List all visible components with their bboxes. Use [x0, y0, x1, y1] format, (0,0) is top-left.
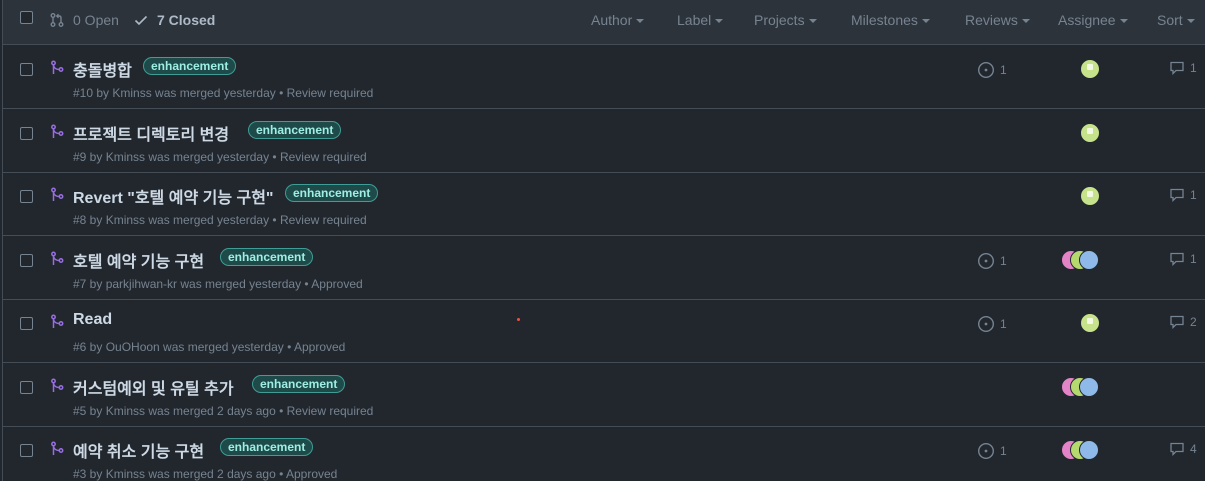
check-icon: [134, 15, 148, 26]
enhancement-label[interactable]: enhancement: [285, 184, 379, 202]
pr-title-link[interactable]: 커스텀예외 및 유틸 추가: [73, 375, 234, 399]
open-filter-link[interactable]: 0 Open: [49, 11, 119, 29]
merged-pr-icon: [51, 378, 64, 392]
open-count: 0 Open: [73, 12, 119, 28]
comments-link[interactable]: 4: [1169, 442, 1197, 456]
pr-title-link[interactable]: 프로젝트 디렉토리 변경: [73, 121, 229, 145]
pr-title-link[interactable]: 충돌병합: [73, 57, 132, 81]
row-checkbox[interactable]: [20, 254, 33, 267]
caret-down-icon: [808, 19, 817, 23]
pr-meta: #3 by Kminss was merged 2 days ago • App…: [73, 467, 338, 481]
comments-link[interactable]: 1: [1169, 252, 1197, 266]
pr-meta: #6 by OuOHoon was merged yesterday • App…: [73, 340, 346, 354]
cursor-dot: [517, 318, 520, 321]
list-item[interactable]: 프로젝트 디렉토리 변경 enhancement #9 by Kminss wa…: [3, 110, 1205, 173]
linked-issue[interactable]: 1: [977, 252, 1007, 270]
caret-down-icon: [1021, 19, 1030, 23]
pr-title-link[interactable]: Revert "호텔 예약 기능 구현": [73, 184, 274, 208]
merged-pr-icon: [51, 251, 64, 265]
list-item[interactable]: 호텔 예약 기능 구현 enhancement #7 by parkjihwan…: [3, 237, 1205, 300]
sort-filter[interactable]: Sort: [1157, 12, 1195, 28]
pr-meta: #8 by Kminss was merged yesterday • Revi…: [73, 213, 367, 227]
enhancement-label[interactable]: enhancement: [220, 248, 314, 266]
row-checkbox[interactable]: [20, 190, 33, 203]
merged-pr-icon: [51, 187, 64, 201]
pr-title-link[interactable]: 예약 취소 기능 구현: [73, 438, 204, 462]
enhancement-label[interactable]: enhancement: [143, 57, 237, 75]
row-checkbox[interactable]: [20, 381, 33, 394]
issue-icon: [977, 315, 995, 333]
enhancement-label[interactable]: enhancement: [248, 121, 342, 139]
pr-title-link[interactable]: 호텔 예약 기능 구현: [73, 248, 204, 272]
merged-pr-icon: [51, 314, 64, 328]
comments-link[interactable]: 2: [1169, 315, 1197, 329]
merged-pr-icon: [51, 441, 64, 455]
closed-count: 7 Closed: [157, 12, 216, 28]
avatar[interactable]: [1079, 377, 1099, 397]
list-item[interactable]: 충돌병합 enhancement #10 by Kminss was merge…: [3, 46, 1205, 109]
comment-icon: [1170, 252, 1184, 266]
projects-filter[interactable]: Projects: [754, 12, 817, 28]
comment-icon: [1170, 442, 1184, 456]
comment-icon: [1170, 61, 1184, 75]
issue-icon: [977, 442, 995, 460]
list-header: 0 Open 7 Closed Author Label Projects Mi…: [3, 0, 1205, 45]
avatar[interactable]: [1080, 186, 1100, 206]
row-checkbox[interactable]: [20, 63, 33, 76]
pr-meta: #5 by Kminss was merged 2 days ago • Rev…: [73, 404, 374, 418]
linked-issue[interactable]: 1: [977, 442, 1007, 460]
issue-icon: [977, 61, 995, 79]
list-item[interactable]: 커스텀예외 및 유틸 추가 enhancement #5 by Kminss w…: [3, 364, 1205, 427]
closed-filter-link[interactable]: 7 Closed: [133, 11, 215, 29]
reviews-filter[interactable]: Reviews: [965, 12, 1030, 28]
issue-icon: [977, 252, 995, 270]
pr-meta: #7 by parkjihwan-kr was merged yesterday…: [73, 277, 363, 291]
merged-pr-icon: [51, 60, 64, 74]
comments-link[interactable]: 1: [1169, 188, 1197, 202]
enhancement-label[interactable]: enhancement: [220, 438, 314, 456]
pr-meta: #9 by Kminss was merged yesterday • Revi…: [73, 150, 367, 164]
pull-request-list: 0 Open 7 Closed Author Label Projects Mi…: [2, 0, 1205, 481]
caret-down-icon: [1186, 19, 1195, 23]
linked-issue[interactable]: 1: [977, 315, 1007, 333]
comment-icon: [1170, 188, 1184, 202]
avatar[interactable]: [1080, 313, 1100, 333]
comment-icon: [1170, 315, 1184, 329]
milestones-filter[interactable]: Milestones: [851, 12, 930, 28]
caret-down-icon: [636, 19, 645, 23]
list-item[interactable]: 예약 취소 기능 구현 enhancement #3 by Kminss was…: [3, 427, 1205, 481]
caret-down-icon: [715, 19, 724, 23]
pull-request-icon: [50, 13, 64, 27]
list-item[interactable]: Read #6 by OuOHoon was merged yesterday …: [3, 300, 1205, 363]
merged-pr-icon: [51, 124, 64, 138]
row-checkbox[interactable]: [20, 317, 33, 330]
author-filter[interactable]: Author: [591, 12, 645, 28]
row-checkbox[interactable]: [20, 127, 33, 140]
caret-down-icon: [921, 19, 930, 23]
avatar[interactable]: [1080, 59, 1100, 79]
pr-meta: #10 by Kminss was merged yesterday • Rev…: [73, 86, 374, 100]
select-all-checkbox[interactable]: [20, 11, 33, 24]
caret-down-icon: [1119, 19, 1128, 23]
enhancement-label[interactable]: enhancement: [252, 375, 346, 393]
comments-link[interactable]: 1: [1169, 61, 1197, 75]
pr-title-link[interactable]: Read: [73, 311, 112, 329]
assignee-filter[interactable]: Assignee: [1058, 12, 1128, 28]
avatar[interactable]: [1079, 250, 1099, 270]
label-filter[interactable]: Label: [677, 12, 724, 28]
linked-issue[interactable]: 1: [977, 61, 1007, 79]
avatar[interactable]: [1080, 123, 1100, 143]
avatar[interactable]: [1079, 440, 1099, 460]
list-item[interactable]: Revert "호텔 예약 기능 구현" enhancement #8 by K…: [3, 173, 1205, 236]
row-checkbox[interactable]: [20, 444, 33, 457]
